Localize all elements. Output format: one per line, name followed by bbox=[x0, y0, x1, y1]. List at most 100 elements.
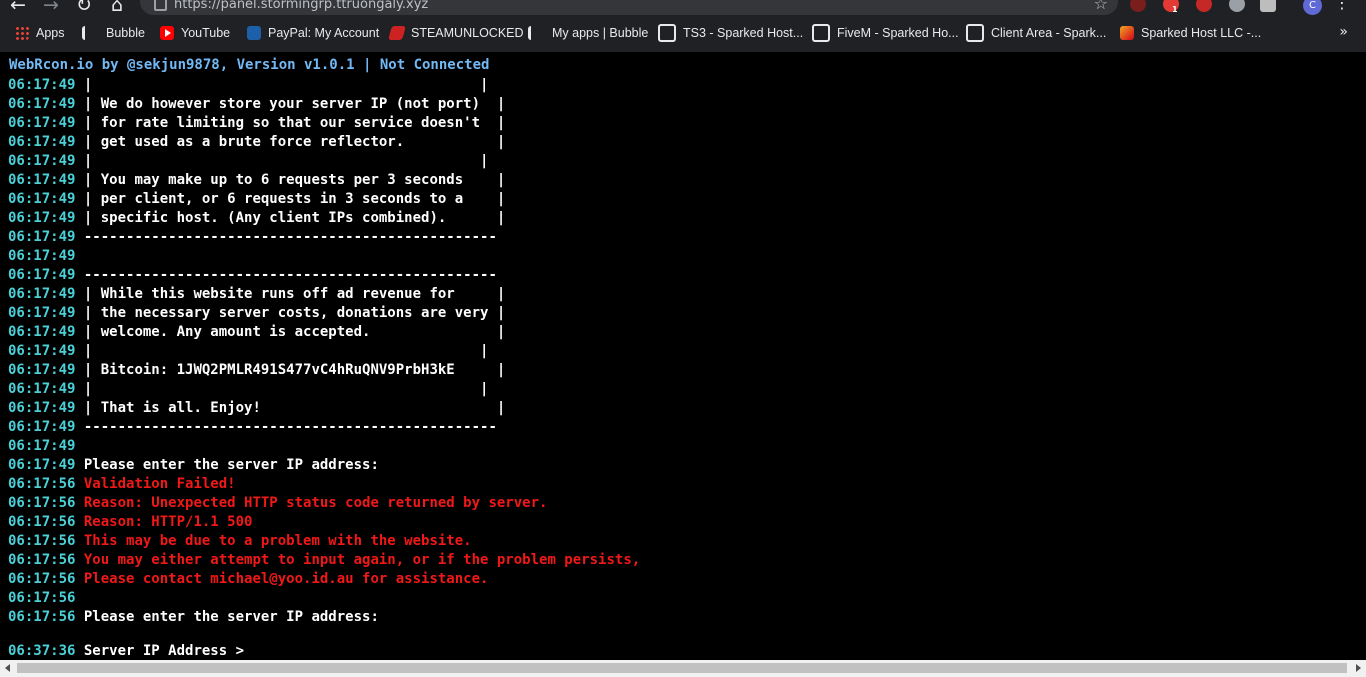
log-line: 06:17:56 This may be due to a problem wi… bbox=[8, 532, 640, 551]
log-message: | get used as a brute force reflector. | bbox=[83, 134, 506, 150]
log-timestamp: 06:17:56 bbox=[8, 552, 76, 568]
log-timestamp: 06:17:49 bbox=[8, 267, 76, 283]
log-line: 06:17:49 | for rate limiting so that our… bbox=[8, 114, 640, 133]
bookmarks-bar: Apps Bubble YouTube PayPal: My Account S… bbox=[0, 22, 1366, 44]
bookmark-my-apps-bubble[interactable]: My apps | Bubble bbox=[528, 22, 648, 44]
extension-badge: 1 bbox=[1172, 5, 1178, 14]
log-line: 06:17:49 | | bbox=[8, 342, 640, 361]
log-line: 06:17:49 -------------------------------… bbox=[8, 228, 640, 247]
log-timestamp: 06:17:49 bbox=[8, 305, 76, 321]
log-error-message: Please contact michael@yoo.id.au for ass… bbox=[83, 571, 489, 587]
scroll-right-icon[interactable] bbox=[1356, 664, 1361, 672]
log-timestamp: 06:17:49 bbox=[8, 438, 76, 454]
log-line: 06:17:49 | specific host. (Any client IP… bbox=[8, 209, 640, 228]
bookmark-sparked-host[interactable]: Sparked Host LLC -... bbox=[1120, 22, 1261, 44]
log-timestamp: 06:17:56 bbox=[8, 609, 76, 625]
bookmark-steamunlocked[interactable]: STEAMUNLOCKED bbox=[388, 22, 524, 44]
log-message: | for rate limiting so that our service … bbox=[83, 115, 506, 131]
log-timestamp: 06:17:49 bbox=[8, 419, 76, 435]
log-message: | welcome. Any amount is accepted. | bbox=[83, 324, 506, 340]
reader-extension-icon[interactable] bbox=[1260, 0, 1276, 12]
log-timestamp: 06:17:49 bbox=[8, 172, 76, 188]
log-message: | | bbox=[83, 153, 489, 169]
prompt-timestamp: 06:37:36 bbox=[8, 643, 76, 659]
log-timestamp: 06:17:56 bbox=[8, 476, 76, 492]
log-timestamp: 06:17:49 bbox=[8, 362, 76, 378]
log-error-message: Reason: HTTP/1.1 500 bbox=[83, 514, 253, 530]
log-timestamp: 06:17:49 bbox=[8, 286, 76, 302]
bookmark-bubble[interactable]: Bubble bbox=[82, 22, 145, 44]
more-bookmarks-icon[interactable]: » bbox=[1339, 24, 1348, 40]
more-menu-icon[interactable]: ⋮ bbox=[1334, 0, 1350, 12]
log-timestamp: 06:17:49 bbox=[8, 248, 76, 264]
apps-grid-icon bbox=[15, 26, 29, 40]
log-message: | Bitcoin: 1JWQ2PMLR491S477vC4hRuQNV9Prb… bbox=[83, 362, 506, 378]
log-line: 06:17:56 bbox=[8, 589, 640, 608]
bubble-icon bbox=[528, 26, 545, 40]
prompt-line: 06:37:36 Server IP Address > bbox=[8, 642, 853, 660]
back-arrow-icon[interactable]: ← bbox=[8, 0, 28, 15]
log-line: 06:17:49 Please enter the server IP addr… bbox=[8, 456, 640, 475]
bookmark-youtube[interactable]: YouTube bbox=[160, 22, 230, 44]
log-error-message: Reason: Unexpected HTTP status code retu… bbox=[83, 495, 548, 511]
log-error-message: You may either attempt to input again, o… bbox=[83, 552, 641, 568]
log-line: 06:17:49 bbox=[8, 437, 640, 456]
blocker-extension-icon[interactable] bbox=[1196, 0, 1212, 12]
browser-toolbar: ← → ↻ ⌂ https://panel.stormingrp.ttruong… bbox=[0, 0, 1366, 16]
log-line: 06:17:49 | While this website runs off a… bbox=[8, 285, 640, 304]
scrollbar-thumb[interactable] bbox=[17, 663, 1347, 673]
log-timestamp: 06:17:49 bbox=[8, 381, 76, 397]
log-line: 06:17:49 -------------------------------… bbox=[8, 418, 640, 437]
globe-icon bbox=[812, 24, 830, 42]
log-line: 06:17:56 You may either attempt to input… bbox=[8, 551, 640, 570]
profile-avatar[interactable]: C bbox=[1303, 0, 1322, 15]
log-message: | the necessary server costs, donations … bbox=[83, 305, 506, 321]
bookmark-ts3[interactable]: TS3 - Sparked Host... bbox=[658, 22, 803, 44]
log-message: | | bbox=[83, 381, 489, 397]
prompt-label: Server IP Address > bbox=[83, 643, 245, 659]
address-url[interactable]: https://panel.stormingrp.ttruongaly.xyz bbox=[174, 0, 428, 13]
log-line: 06:17:49 -------------------------------… bbox=[8, 266, 640, 285]
log-message: Please enter the server IP address: bbox=[83, 609, 379, 625]
log-error-message: Validation Failed! bbox=[83, 476, 236, 492]
log-message: ----------------------------------------… bbox=[83, 229, 497, 245]
webrcon-terminal: WebRcon.io by @sekjun9878, Version v1.0.… bbox=[0, 52, 1366, 660]
gear-extension-icon[interactable] bbox=[1229, 0, 1245, 12]
terminal-log: 06:17:49 | | 06:17:49 | We do however sto… bbox=[8, 76, 640, 627]
reload-icon[interactable]: ↻ bbox=[74, 0, 94, 15]
home-icon[interactable]: ⌂ bbox=[107, 0, 127, 15]
bookmark-paypal[interactable]: PayPal: My Account bbox=[247, 22, 379, 44]
log-message: | | bbox=[83, 77, 489, 93]
lock-icon bbox=[154, 0, 167, 11]
log-line: 06:17:49 | That is all. Enjoy! | bbox=[8, 399, 640, 418]
log-line: 06:17:56 Please contact michael@yoo.id.a… bbox=[8, 570, 640, 589]
horizontal-scrollbar[interactable] bbox=[0, 660, 1366, 677]
bookmark-client-area[interactable]: Client Area - Spark... bbox=[966, 22, 1106, 44]
shield-extension-icon[interactable] bbox=[1130, 0, 1146, 12]
log-message: | | bbox=[83, 343, 489, 359]
bubble-icon bbox=[82, 26, 99, 40]
scroll-left-icon[interactable] bbox=[5, 664, 10, 672]
log-timestamp: 06:17:49 bbox=[8, 115, 76, 131]
bookmark-star-icon[interactable]: ☆ bbox=[1094, 0, 1108, 12]
forward-arrow-icon[interactable]: → bbox=[41, 0, 61, 15]
log-timestamp: 06:17:49 bbox=[8, 153, 76, 169]
log-timestamp: 06:17:49 bbox=[8, 210, 76, 226]
bookmark-apps[interactable]: Apps bbox=[15, 22, 65, 44]
log-line: 06:17:49 | | bbox=[8, 152, 640, 171]
log-timestamp: 06:17:49 bbox=[8, 77, 76, 93]
steamunlocked-icon bbox=[388, 26, 406, 40]
log-line: 06:17:49 bbox=[8, 247, 640, 266]
log-message: | per client, or 6 requests in 3 seconds… bbox=[83, 191, 506, 207]
youtube-icon bbox=[160, 26, 174, 40]
log-message: | That is all. Enjoy! | bbox=[83, 400, 506, 416]
address-bar[interactable]: https://panel.stormingrp.ttruongaly.xyz … bbox=[140, 0, 1118, 15]
bookmark-fivem[interactable]: FiveM - Sparked Ho... bbox=[812, 22, 959, 44]
globe-icon bbox=[966, 24, 984, 42]
server-ip-input[interactable] bbox=[252, 642, 853, 659]
log-timestamp: 06:17:49 bbox=[8, 343, 76, 359]
log-line: 06:17:56 Reason: Unexpected HTTP status … bbox=[8, 494, 640, 513]
log-timestamp: 06:17:49 bbox=[8, 134, 76, 150]
log-timestamp: 06:17:56 bbox=[8, 495, 76, 511]
red-extension-icon[interactable]: 1 bbox=[1163, 0, 1179, 14]
